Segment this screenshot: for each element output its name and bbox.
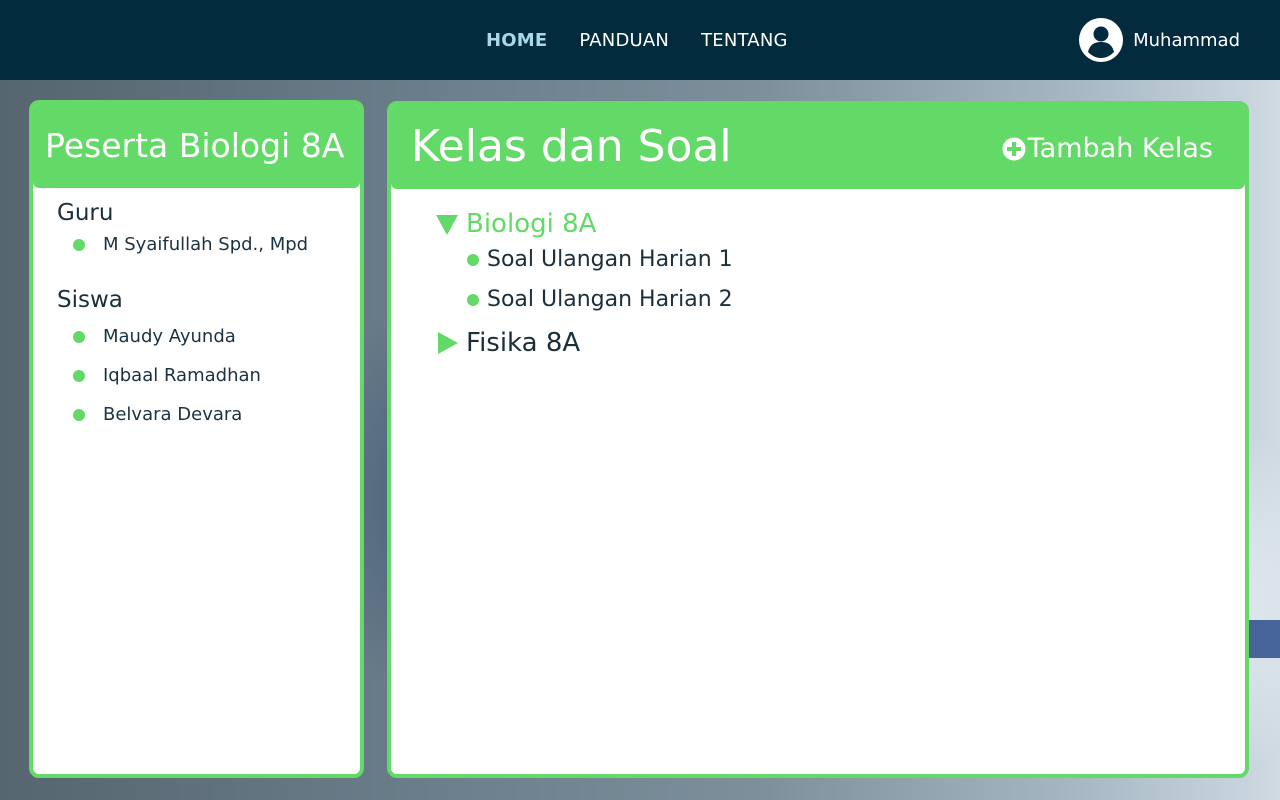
add-class-label: Tambah Kelas <box>1027 133 1213 164</box>
nav-home[interactable]: HOME <box>486 30 547 51</box>
bullet-icon <box>73 408 85 421</box>
user-circle-icon[interactable] <box>1079 18 1124 62</box>
user-menu[interactable]: Muhammad <box>1079 18 1240 62</box>
main-nav: HOME PANDUAN TENTANG <box>486 30 788 51</box>
top-navbar: HOME PANDUAN TENTANG Muhammad <box>0 0 1280 80</box>
teacher-heading: Guru <box>57 200 114 226</box>
bullet-icon <box>73 369 85 382</box>
nav-panduan[interactable]: PANDUAN <box>579 30 669 51</box>
teacher-item: M Syaifullah Spd., Mpd <box>73 234 308 255</box>
nav-tentang[interactable]: TENTANG <box>701 30 788 51</box>
class-node-fisika[interactable]: Fisika 8A <box>436 328 580 358</box>
exam-name[interactable]: Soal Ulangan Harian 2 <box>487 287 733 312</box>
bullet-icon <box>73 330 85 343</box>
user-name[interactable]: Muhammad <box>1133 30 1240 51</box>
class-name[interactable]: Fisika 8A <box>466 328 580 358</box>
student-item: Belvara Devara <box>73 404 242 425</box>
classes-panel: Kelas dan Soal Tambah Kelas Biologi 8A S… <box>387 101 1249 778</box>
class-node-biologi[interactable]: Biologi 8A <box>436 209 596 239</box>
bullet-icon <box>467 293 479 306</box>
exam-name[interactable]: Soal Ulangan Harian 1 <box>487 247 733 272</box>
caret-right-icon[interactable] <box>436 332 458 354</box>
caret-down-icon[interactable] <box>436 213 458 235</box>
bullet-icon <box>73 238 85 251</box>
participants-header: Peserta Biologi 8A <box>33 104 360 188</box>
student-item: Maudy Ayunda <box>73 326 236 347</box>
add-class-button[interactable]: Tambah Kelas <box>1002 133 1213 164</box>
classes-title: Kelas dan Soal <box>411 121 732 172</box>
exam-item[interactable]: Soal Ulangan Harian 2 <box>467 287 733 312</box>
student-name: Belvara Devara <box>103 404 243 425</box>
background-detail <box>1246 620 1280 658</box>
student-item: Iqbaal Ramadhan <box>73 365 261 386</box>
class-name[interactable]: Biologi 8A <box>466 209 596 239</box>
exam-item[interactable]: Soal Ulangan Harian 1 <box>467 247 733 272</box>
teacher-name: M Syaifullah Spd., Mpd <box>103 234 309 255</box>
participants-panel: Peserta Biologi 8A Guru M Syaifullah Spd… <box>29 100 364 778</box>
student-name: Iqbaal Ramadhan <box>103 365 261 386</box>
classes-header: Kelas dan Soal Tambah Kelas <box>391 105 1245 189</box>
bullet-icon <box>467 253 479 266</box>
participants-title: Peserta Biologi 8A <box>45 126 345 165</box>
student-heading: Siswa <box>57 287 123 313</box>
student-name: Maudy Ayunda <box>103 326 236 347</box>
plus-circle-icon <box>1002 137 1026 160</box>
